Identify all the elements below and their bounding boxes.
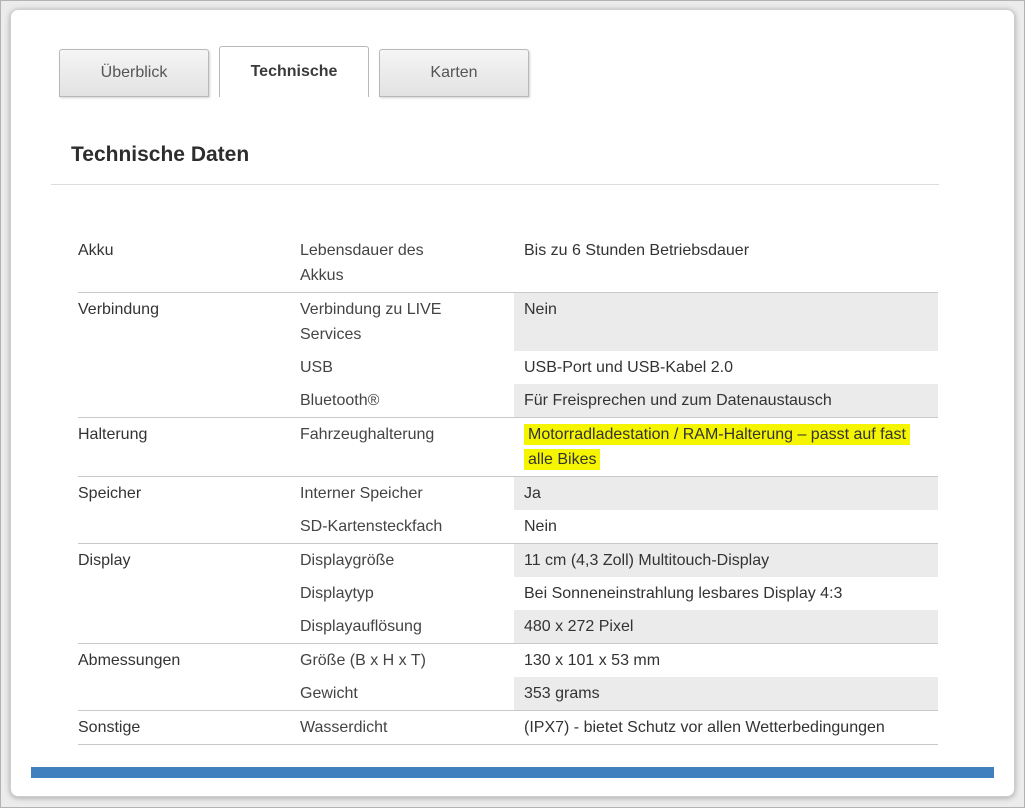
title-divider (51, 184, 939, 185)
spec-name: SD-Kartensteckfach (300, 510, 514, 543)
page: { "colors": { "accent": "#4080bf", "high… (0, 0, 1025, 808)
spec-row: DisplayDisplaygröße11 cm (4,3 Zoll) Mult… (78, 544, 938, 577)
footer-accent-bar (31, 767, 994, 778)
spec-value: USB-Port und USB-Kabel 2.0 (514, 351, 938, 384)
spec-row: Gewicht353 grams (78, 677, 938, 710)
spec-category (78, 351, 300, 384)
spec-group: DisplayDisplaygröße11 cm (4,3 Zoll) Mult… (78, 544, 938, 644)
spec-group: AkkuLebensdauer des AkkusBis zu 6 Stunde… (78, 234, 938, 293)
page-title: Technische Daten (71, 143, 1014, 167)
spec-name: USB (300, 351, 514, 384)
spec-name: Displayauflösung (300, 610, 514, 643)
spec-category (78, 577, 300, 610)
spec-category (78, 610, 300, 643)
spec-value: 11 cm (4,3 Zoll) Multitouch-Display (514, 544, 938, 577)
spec-category (78, 677, 300, 710)
spec-category: Halterung (78, 418, 300, 476)
spec-name: Fahrzeughalterung (300, 418, 514, 476)
spec-row: USBUSB-Port und USB-Kabel 2.0 (78, 351, 938, 384)
spec-value: 130 x 101 x 53 mm (514, 644, 938, 677)
spec-row: HalterungFahrzeughalterungMotorradladest… (78, 418, 938, 476)
spec-value: Ja (514, 477, 938, 510)
spec-category (78, 384, 300, 417)
spec-name: Wasserdicht (300, 711, 514, 744)
tab-bar: ÜberblickTechnischeKarten (11, 10, 1014, 97)
spec-group: SonstigeWasserdicht(IPX7) - bietet Schut… (78, 711, 938, 745)
spec-group: VerbindungVerbindung zu LIVE ServicesNei… (78, 293, 938, 418)
spec-value: (IPX7) - bietet Schutz vor allen Wetterb… (514, 711, 938, 744)
spec-group: HalterungFahrzeughalterungMotorradladest… (78, 418, 938, 477)
spec-category (78, 510, 300, 543)
spec-category: Akku (78, 234, 300, 292)
highlighted-text: Motorradladestation / RAM-Halterung – pa… (524, 424, 910, 470)
spec-row: Bluetooth®Für Freisprechen und zum Daten… (78, 384, 938, 417)
spec-row: SpeicherInterner SpeicherJa (78, 477, 938, 510)
tab-ueberblick[interactable]: Überblick (59, 49, 209, 97)
spec-name: Verbindung zu LIVE Services (300, 293, 514, 351)
spec-name: Lebensdauer des Akkus (300, 234, 514, 292)
tab-karten[interactable]: Karten (379, 49, 529, 97)
spec-group: SpeicherInterner SpeicherJaSD-Kartenstec… (78, 477, 938, 544)
spec-name: Bluetooth® (300, 384, 514, 417)
specs-table: AkkuLebensdauer des AkkusBis zu 6 Stunde… (78, 234, 938, 745)
spec-row: DisplaytypBei Sonneneinstrahlung lesbare… (78, 577, 938, 610)
spec-category: Display (78, 544, 300, 577)
spec-value: 353 grams (514, 677, 938, 710)
spec-row: SonstigeWasserdicht(IPX7) - bietet Schut… (78, 711, 938, 744)
spec-value: Nein (514, 510, 938, 543)
spec-row: VerbindungVerbindung zu LIVE ServicesNei… (78, 293, 938, 351)
spec-category: Abmessungen (78, 644, 300, 677)
content-card: ÜberblickTechnischeKarten Technische Dat… (10, 9, 1015, 797)
spec-name: Displaytyp (300, 577, 514, 610)
spec-value: 480 x 272 Pixel (514, 610, 938, 643)
spec-value: Bei Sonneneinstrahlung lesbares Display … (514, 577, 938, 610)
spec-value: Für Freisprechen und zum Datenaustausch (514, 384, 938, 417)
spec-name: Gewicht (300, 677, 514, 710)
spec-name: Displaygröße (300, 544, 514, 577)
spec-name: Interner Speicher (300, 477, 514, 510)
tab-technische[interactable]: Technische (219, 46, 369, 97)
spec-row: AbmessungenGröße (B x H x T)130 x 101 x … (78, 644, 938, 677)
spec-row: AkkuLebensdauer des AkkusBis zu 6 Stunde… (78, 234, 938, 292)
spec-group: AbmessungenGröße (B x H x T)130 x 101 x … (78, 644, 938, 711)
spec-category: Sonstige (78, 711, 300, 744)
spec-value: Motorradladestation / RAM-Halterung – pa… (514, 418, 938, 476)
spec-name: Größe (B x H x T) (300, 644, 514, 677)
spec-category: Verbindung (78, 293, 300, 351)
spec-category: Speicher (78, 477, 300, 510)
spec-value: Nein (514, 293, 938, 351)
spec-row: SD-KartensteckfachNein (78, 510, 938, 543)
spec-value: Bis zu 6 Stunden Betriebsdauer (514, 234, 938, 292)
spec-row: Displayauflösung480 x 272 Pixel (78, 610, 938, 643)
